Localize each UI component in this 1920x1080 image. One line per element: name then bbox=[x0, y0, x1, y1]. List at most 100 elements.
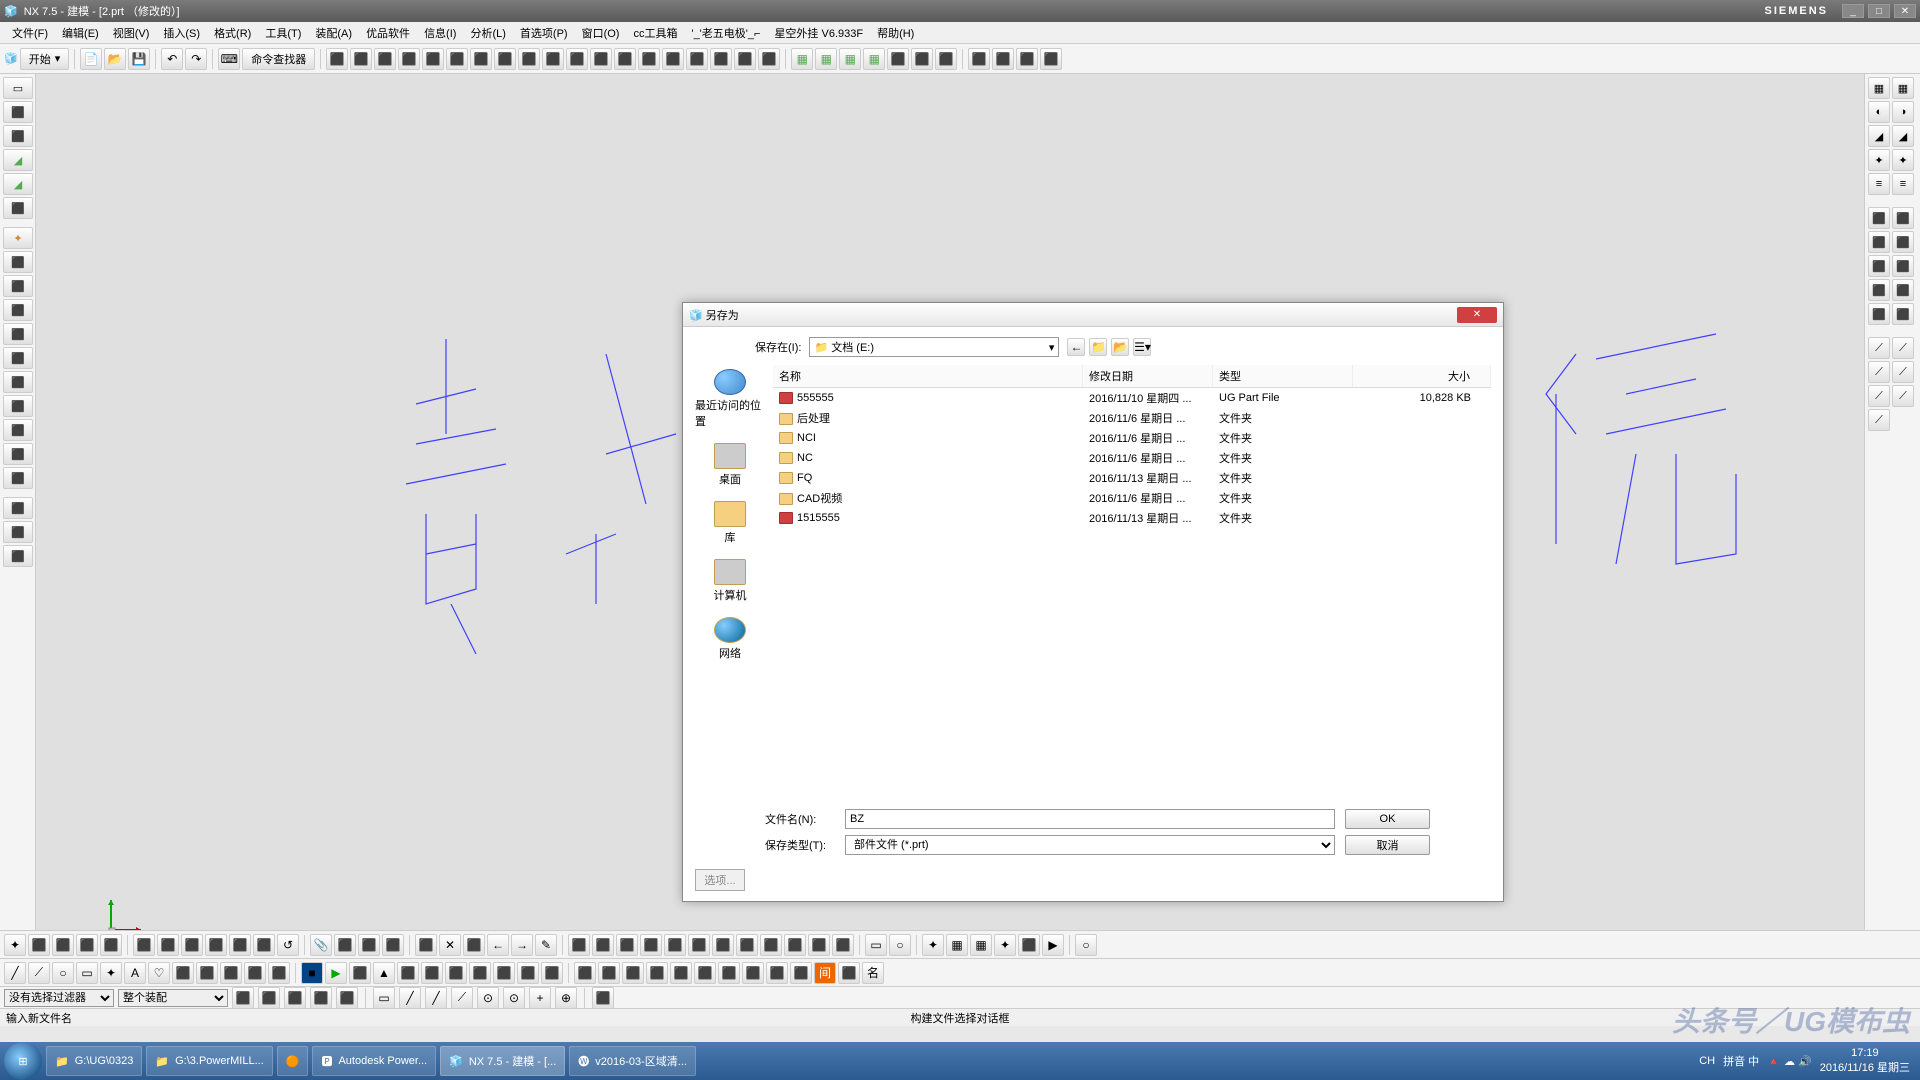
close-button[interactable]: ✕ bbox=[1894, 4, 1916, 18]
bt2-36[interactable]: 名 bbox=[862, 962, 884, 984]
menu-view[interactable]: 视图(V) bbox=[107, 23, 156, 43]
menu-laowu[interactable]: '_'老五电极'_⌐ bbox=[685, 23, 766, 43]
lvt-13[interactable]: ⬛ bbox=[3, 371, 33, 393]
bt1-15[interactable]: ⬛ bbox=[358, 934, 380, 956]
tb-c6[interactable]: ⬛ bbox=[911, 48, 933, 70]
bt1-28[interactable]: ⬛ bbox=[688, 934, 710, 956]
bt2-22[interactable]: ⬛ bbox=[517, 962, 539, 984]
bt2-24[interactable]: ⬛ bbox=[574, 962, 596, 984]
bt1-32[interactable]: ⬛ bbox=[784, 934, 806, 956]
place-library[interactable]: 库 bbox=[714, 501, 746, 545]
menu-file[interactable]: 文件(F) bbox=[6, 23, 54, 43]
menu-help[interactable]: 帮助(H) bbox=[871, 23, 920, 43]
rvt-10[interactable]: ⬛ bbox=[1868, 303, 1890, 325]
rvt-13[interactable]: ⟋ bbox=[1868, 385, 1890, 407]
bt2-31[interactable]: ⬛ bbox=[742, 962, 764, 984]
bt1-30[interactable]: ⬛ bbox=[736, 934, 758, 956]
bt2-17[interactable]: ⬛ bbox=[397, 962, 419, 984]
tb-b7[interactable]: ⬛ bbox=[470, 48, 492, 70]
menu-cc[interactable]: cc工具箱 bbox=[627, 23, 683, 43]
rvt-13b[interactable]: ⟋ bbox=[1892, 385, 1914, 407]
tb-b16[interactable]: ⬛ bbox=[686, 48, 708, 70]
fb-2[interactable]: ⬛ bbox=[258, 987, 280, 1009]
nav-up-icon[interactable]: 📁 bbox=[1089, 338, 1107, 356]
rvt-14[interactable]: ⟋ bbox=[1868, 409, 1890, 431]
bt1-24[interactable]: ⬛ bbox=[592, 934, 614, 956]
bt1-23[interactable]: ⬛ bbox=[568, 934, 590, 956]
bt1-37[interactable]: ✦ bbox=[922, 934, 944, 956]
tb-c4[interactable]: ▦ bbox=[863, 48, 885, 70]
start-button[interactable]: 开始 ▾ bbox=[20, 48, 70, 70]
fb-9[interactable]: ⟋ bbox=[451, 987, 473, 1009]
tb-b8[interactable]: ⬛ bbox=[494, 48, 516, 70]
menu-analysis[interactable]: 分析(L) bbox=[464, 23, 511, 43]
tb-b17[interactable]: ⬛ bbox=[710, 48, 732, 70]
task-0[interactable]: 📁 G:\UG\0323 bbox=[46, 1046, 142, 1076]
bt1-26[interactable]: ⬛ bbox=[640, 934, 662, 956]
bt1-35[interactable]: ▭ bbox=[865, 934, 887, 956]
menu-window[interactable]: 窗口(O) bbox=[576, 23, 626, 43]
bt1-31[interactable]: ⬛ bbox=[760, 934, 782, 956]
lvt-19[interactable]: ⬛ bbox=[3, 521, 33, 543]
bt2-19[interactable]: ⬛ bbox=[445, 962, 467, 984]
menu-insert[interactable]: 插入(S) bbox=[157, 23, 206, 43]
lvt-8[interactable]: ⬛ bbox=[3, 251, 33, 273]
lvt-4[interactable]: ◢ bbox=[3, 149, 33, 171]
options-button[interactable]: 选项... bbox=[695, 869, 745, 891]
bt1-18[interactable]: ✕ bbox=[439, 934, 461, 956]
bt2-26[interactable]: ⬛ bbox=[622, 962, 644, 984]
bt1-10[interactable]: ⬛ bbox=[229, 934, 251, 956]
task-1[interactable]: 📁 G:\3.PowerMILL... bbox=[146, 1046, 272, 1076]
bt1-21[interactable]: → bbox=[511, 934, 533, 956]
bt1-9[interactable]: ⬛ bbox=[205, 934, 227, 956]
rvt-3[interactable]: ◢ bbox=[1868, 125, 1890, 147]
dialog-close-button[interactable]: ✕ bbox=[1457, 307, 1497, 323]
tb-d2[interactable]: ⬛ bbox=[992, 48, 1014, 70]
col-name[interactable]: 名称 bbox=[773, 365, 1083, 387]
task-5[interactable]: 🅦 v2016-03-区域清... bbox=[569, 1046, 696, 1076]
file-row[interactable]: FQ2016/11/13 星期日 ...文件夹 bbox=[773, 468, 1491, 488]
bt2-8[interactable]: ⬛ bbox=[172, 962, 194, 984]
bt1-6[interactable]: ⬛ bbox=[133, 934, 155, 956]
rvt-11b[interactable]: ⟋ bbox=[1892, 337, 1914, 359]
menu-xk[interactable]: 星空外挂 V6.933F bbox=[768, 23, 869, 43]
bt1-22[interactable]: ✎ bbox=[535, 934, 557, 956]
system-tray[interactable]: CH 拼音 中 🔺 ☁ 🔊 17:19 2016/11/16 星期三 bbox=[1699, 1047, 1916, 1075]
start-orb[interactable]: ⊞ bbox=[4, 1042, 42, 1080]
file-row[interactable]: NC2016/11/6 星期日 ...文件夹 bbox=[773, 448, 1491, 468]
bt2-29[interactable]: ⬛ bbox=[694, 962, 716, 984]
lvt-12[interactable]: ⬛ bbox=[3, 347, 33, 369]
rvt-8b[interactable]: ⬛ bbox=[1892, 255, 1914, 277]
undo-icon[interactable]: ↶ bbox=[161, 48, 183, 70]
minimize-button[interactable]: _ bbox=[1842, 4, 1864, 18]
rvt-12b[interactable]: ⟋ bbox=[1892, 361, 1914, 383]
tb-b10[interactable]: ⬛ bbox=[542, 48, 564, 70]
bt2-3[interactable]: ○ bbox=[52, 962, 74, 984]
lvt-17[interactable]: ⬛ bbox=[3, 467, 33, 489]
bt2-20[interactable]: ⬛ bbox=[469, 962, 491, 984]
ime2-label[interactable]: 拼音 中 bbox=[1723, 1053, 1759, 1069]
lvt-1[interactable]: ▭ bbox=[3, 77, 33, 99]
col-date[interactable]: 修改日期 bbox=[1083, 365, 1213, 387]
nav-view-icon[interactable]: ☰▾ bbox=[1133, 338, 1151, 356]
bt2-25[interactable]: ⬛ bbox=[598, 962, 620, 984]
file-row[interactable]: 5555552016/11/10 星期四 ...UG Part File10,8… bbox=[773, 388, 1491, 408]
tb-b15[interactable]: ⬛ bbox=[662, 48, 684, 70]
bt1-3[interactable]: ⬛ bbox=[52, 934, 74, 956]
fb-11[interactable]: ⊙ bbox=[503, 987, 525, 1009]
tb-b4[interactable]: ⬛ bbox=[398, 48, 420, 70]
bt2-9[interactable]: ⬛ bbox=[196, 962, 218, 984]
tb-c1[interactable]: ▦ bbox=[791, 48, 813, 70]
open-icon[interactable]: 📂 bbox=[104, 48, 126, 70]
rvt-5[interactable]: ≡ bbox=[1868, 173, 1890, 195]
fb-4[interactable]: ⬛ bbox=[310, 987, 332, 1009]
fb-5[interactable]: ⬛ bbox=[336, 987, 358, 1009]
tb-b2[interactable]: ⬛ bbox=[350, 48, 372, 70]
bt1-17[interactable]: ⬛ bbox=[415, 934, 437, 956]
fb-7[interactable]: ╱ bbox=[399, 987, 421, 1009]
bt1-39[interactable]: ▦ bbox=[970, 934, 992, 956]
rvt-6[interactable]: ⬛ bbox=[1868, 207, 1890, 229]
bt1-14[interactable]: ⬛ bbox=[334, 934, 356, 956]
fb-1[interactable]: ⬛ bbox=[232, 987, 254, 1009]
bt2-12[interactable]: ⬛ bbox=[268, 962, 290, 984]
